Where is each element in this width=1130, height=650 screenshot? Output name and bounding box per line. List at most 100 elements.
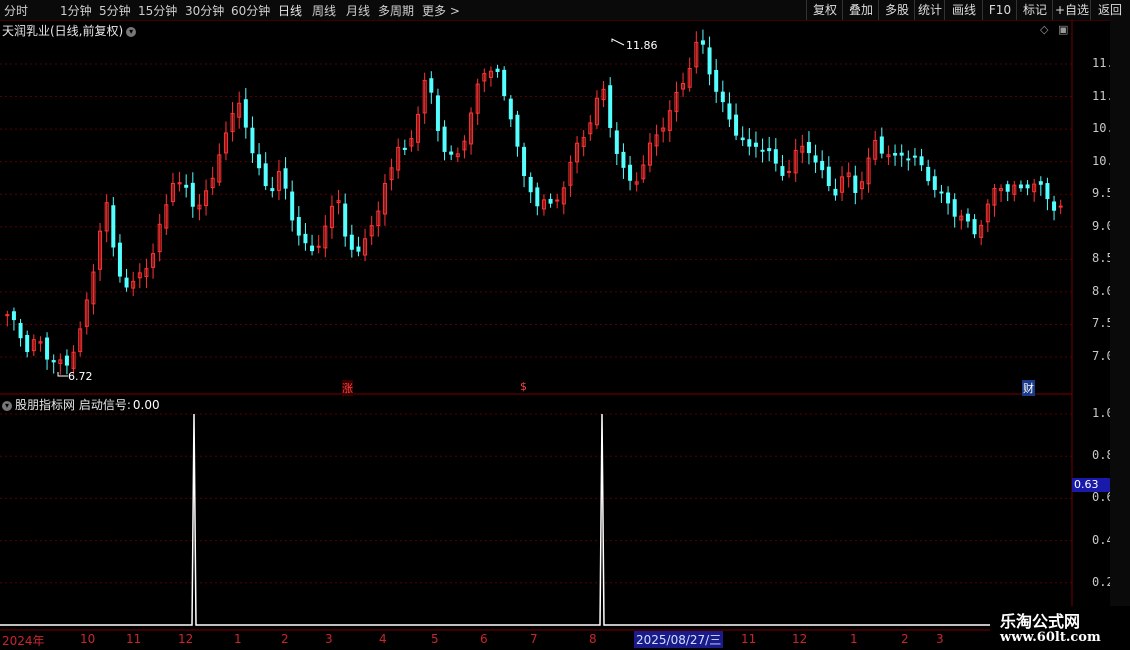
candle-body [502, 69, 507, 97]
candle-body [283, 168, 288, 189]
candle-body [243, 99, 248, 128]
candle-body [893, 153, 898, 156]
candle-body [707, 47, 712, 75]
candle-body [435, 95, 440, 131]
candle-body [700, 40, 705, 45]
candle-body [946, 192, 951, 204]
candle-body [257, 154, 262, 169]
candle-body [1025, 184, 1030, 189]
candle-body [316, 245, 321, 248]
candle-body [608, 85, 613, 128]
candle-body [449, 151, 454, 155]
candle-body [787, 170, 792, 173]
candle-body [11, 311, 16, 321]
time-tick: 2024年 [2, 634, 45, 648]
zhang-marker[interactable]: 涨 [342, 380, 353, 396]
candle-body [753, 142, 758, 147]
candle-body [51, 360, 56, 363]
candle-body [5, 314, 10, 317]
time-tick: 8 [589, 632, 597, 646]
candle-body [906, 158, 911, 161]
candle-body [535, 187, 540, 207]
dollar-marker[interactable]: $ [520, 380, 527, 393]
current-value-badge: 0.63 [1072, 478, 1114, 492]
candle-body [740, 137, 745, 141]
candle-body [508, 98, 513, 120]
candle-body [290, 191, 295, 221]
candle-body [548, 198, 553, 204]
candle-body [442, 126, 447, 152]
time-tick: 6 [480, 632, 488, 646]
candle-body [190, 182, 195, 207]
stock-name-period: 天润乳业(日线,前复权) [2, 24, 124, 38]
time-tick: 12 [178, 632, 194, 646]
candle-body [263, 163, 268, 187]
candle-body [912, 155, 917, 158]
time-tick: 4 [379, 632, 387, 646]
candle-body [879, 136, 884, 154]
candle-body [767, 148, 772, 152]
time-tick: 1 [850, 632, 858, 646]
time-tick: 2 [281, 632, 289, 646]
candle-body [64, 355, 69, 366]
candle-body [899, 152, 904, 156]
indicator-name: 股朋指标网 [15, 398, 76, 412]
candle-body [356, 246, 361, 252]
candle-body [621, 151, 626, 168]
chevron-down-icon[interactable]: ▾ [2, 400, 12, 411]
time-tick: 5 [431, 632, 439, 646]
candle-body [495, 68, 500, 72]
time-tick: 10 [80, 632, 96, 646]
candle-body [714, 69, 719, 92]
candle-body [614, 130, 619, 154]
candle-body [296, 217, 301, 236]
finance-marker[interactable]: 财 [1022, 380, 1035, 396]
candle-body [18, 322, 23, 339]
candle-body [965, 213, 970, 222]
candle-body [972, 219, 977, 235]
diamond-icon[interactable]: ◇ [1040, 23, 1048, 36]
candle-body [806, 141, 811, 154]
candle-body [343, 203, 348, 237]
window-toggle-icon[interactable]: ▣ [1058, 23, 1068, 36]
candle-body [310, 245, 315, 252]
candle-body [760, 149, 765, 152]
candle-body [402, 147, 407, 150]
candle-body [429, 78, 434, 93]
candle-body [45, 337, 50, 360]
time-tick: 2 [901, 632, 909, 646]
candle-body [826, 166, 831, 187]
candle-body [720, 91, 725, 103]
candle-body [1058, 205, 1063, 208]
candle-body [303, 233, 308, 244]
candle-body [522, 146, 527, 177]
time-tick: 1 [234, 632, 242, 646]
time-tick: 11 [126, 632, 142, 646]
candle-body [1045, 183, 1050, 200]
candle-body [813, 155, 818, 163]
candle-body [734, 114, 739, 136]
chart-title: 天润乳业(日线,前复权) ▾ [2, 22, 137, 39]
kline-chart[interactable] [0, 0, 1130, 650]
candle-body [117, 242, 122, 277]
candle-body [25, 334, 30, 352]
candle-body [184, 184, 189, 188]
candle-body [780, 166, 785, 176]
high-price-label: 11.86 [626, 39, 658, 52]
candle-body [932, 176, 937, 190]
candle-body [952, 199, 957, 217]
candle-body [747, 139, 752, 147]
signal-value: 0.00 [132, 398, 160, 412]
candle-body [820, 160, 825, 171]
chevron-down-icon[interactable]: ▾ [126, 26, 137, 37]
candle-body [270, 188, 275, 192]
candle-body [555, 199, 560, 202]
candle-body [111, 205, 116, 248]
candle-body [853, 175, 858, 193]
indicator-grid [0, 413, 1072, 584]
candle-body [1052, 201, 1057, 211]
candle-body [833, 188, 838, 196]
right-side-panel [1110, 20, 1130, 650]
signal-path [0, 413, 1072, 626]
low-price-label: 6.72 [68, 370, 93, 383]
